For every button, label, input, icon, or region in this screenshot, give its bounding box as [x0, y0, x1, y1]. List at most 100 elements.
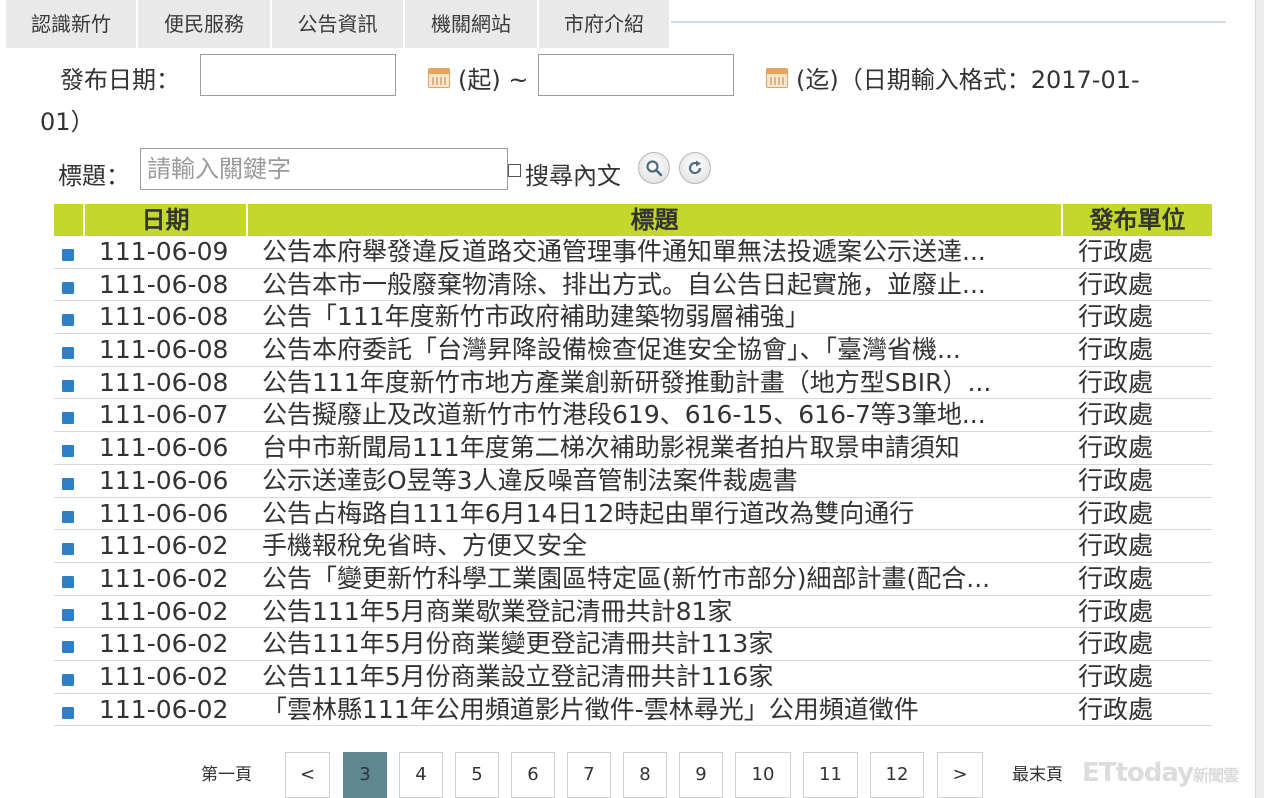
- page-button-12[interactable]: 12: [870, 752, 924, 798]
- row-bullet-icon: [62, 281, 74, 294]
- end-date-input[interactable]: [538, 54, 734, 96]
- row-bullet-icon: [62, 314, 74, 327]
- row-title-link[interactable]: 公告本府委託「台灣昇降設備檢查促進安全協會」、「臺灣省機...: [262, 335, 1052, 365]
- nav-item-agency-sites[interactable]: 機關網站: [405, 0, 539, 48]
- row-title-link[interactable]: 公告111年5月份商業變更登記清冊共計113家: [262, 629, 1052, 659]
- row-unit: 行政處: [1078, 400, 1154, 430]
- table-row[interactable]: 111-06-09 公告本府舉發違反道路交通管理事件通知單無法投遞案公示送達...…: [54, 236, 1212, 269]
- row-date: 111-06-02: [99, 531, 229, 561]
- row-title-link[interactable]: 台中市新聞局111年度第二梯次補助影視業者拍片取景申請須知: [262, 433, 1052, 463]
- start-date-input[interactable]: [200, 54, 396, 96]
- page-button-6[interactable]: 6: [511, 752, 555, 798]
- row-title-link[interactable]: 「雲林縣111年公用頻道影片徵件-雲林尋光」公用頻道徵件: [262, 695, 1052, 725]
- row-unit: 行政處: [1078, 629, 1154, 659]
- row-unit: 行政處: [1078, 433, 1154, 463]
- end-date-suffix: (迄)（日期輸入格式：2017-01-: [796, 66, 1140, 94]
- table-row[interactable]: 111-06-06 公告占梅路自111年6月14日12時起由單行道改為雙向通行 行政…: [54, 498, 1212, 531]
- announcement-list: 111-06-09 公告本府舉發違反道路交通管理事件通知單無法投遞案公示送達...…: [54, 236, 1212, 727]
- table-row[interactable]: 111-06-08 公告「111年度新竹市政府補助建築物弱層補強」 行政處: [54, 301, 1212, 335]
- table-row[interactable]: 111-06-06 公示送達彭O昱等3人違反噪音管制法案件裁處書 行政處: [54, 465, 1212, 498]
- page-button-10[interactable]: 10: [735, 752, 791, 798]
- table-row[interactable]: 111-06-02 手機報稅免省時、方便又安全 行政處: [54, 530, 1212, 563]
- prev-page-button[interactable]: <: [285, 752, 330, 798]
- row-date: 111-06-02: [99, 596, 229, 626]
- first-page-link[interactable]: 第一頁: [201, 752, 252, 798]
- keyword-input[interactable]: [140, 148, 508, 190]
- search-content-checkbox[interactable]: [508, 164, 521, 177]
- row-title-link[interactable]: 公告「變更新竹科學工業園區特定區(新竹市部分)細部計畫(配合...: [262, 564, 1052, 594]
- watermark-sub: 新聞雲: [1193, 766, 1239, 785]
- table-row[interactable]: 111-06-02 「雲林縣111年公用頻道影片徵件-雲林尋光」公用頻道徵件 行政處: [54, 694, 1212, 727]
- next-page-button[interactable]: >: [937, 752, 983, 798]
- row-date: 111-06-06: [99, 433, 229, 463]
- header-date: 日期: [85, 204, 248, 236]
- search-icon: [646, 160, 663, 177]
- row-date: 111-06-08: [99, 367, 229, 397]
- row-title-link[interactable]: 手機報稅免省時、方便又安全: [262, 531, 1052, 561]
- window-right-edge: [1255, 0, 1264, 798]
- row-date: 111-06-02: [99, 563, 229, 593]
- table-row[interactable]: 111-06-08 公告本府委託「台灣昇降設備檢查促進安全協會」、「臺灣省機...…: [54, 334, 1212, 367]
- page-button-4[interactable]: 4: [399, 752, 443, 798]
- row-bullet-icon: [62, 706, 74, 719]
- row-unit: 行政處: [1078, 661, 1154, 691]
- table-row[interactable]: 111-06-08 公告本市一般廢棄物清除、排出方式。自公告日起實施，並廢止...…: [54, 269, 1212, 302]
- search-content-label: 搜尋內文: [525, 162, 621, 190]
- row-bullet-icon: [62, 608, 74, 621]
- page-button-5[interactable]: 5: [455, 752, 499, 798]
- row-title-link[interactable]: 公告111年5月份商業設立登記清冊共計116家: [262, 662, 1052, 692]
- row-date: 111-06-09: [99, 237, 229, 266]
- nav-item-services[interactable]: 便民服務: [138, 0, 272, 48]
- publish-date-label: 發布日期：: [60, 66, 180, 94]
- row-unit: 行政處: [1078, 269, 1154, 299]
- row-bullet-icon: [62, 379, 74, 392]
- row-title-link[interactable]: 公告擬廢止及改道新竹市竹港段619、616-15、616-7等3筆地...: [262, 400, 1052, 430]
- table-row[interactable]: 111-06-02 公告111年5月商業歇業登記清冊共計81家 行政處: [54, 596, 1212, 629]
- row-unit: 行政處: [1078, 367, 1154, 397]
- row-title-link[interactable]: 公示送達彭O昱等3人違反噪音管制法案件裁處書: [262, 466, 1052, 496]
- row-date: 111-06-08: [99, 335, 229, 365]
- row-title-link[interactable]: 公告本府舉發違反道路交通管理事件通知單無法投遞案公示送達...: [262, 237, 1052, 267]
- page-button-7[interactable]: 7: [567, 752, 611, 798]
- row-unit: 行政處: [1078, 237, 1154, 266]
- header-bullet-col: [54, 204, 85, 236]
- table-row[interactable]: 111-06-02 公告111年5月份商業設立登記清冊共計116家 行政處: [54, 661, 1212, 694]
- nav-item-about-hsinchu[interactable]: 認識新竹: [6, 0, 138, 48]
- row-bullet-icon: [62, 347, 74, 360]
- row-bullet-icon: [62, 575, 74, 588]
- last-page-link[interactable]: 最末頁: [1012, 752, 1063, 798]
- search-button[interactable]: [638, 152, 670, 184]
- row-bullet-icon: [62, 445, 74, 458]
- row-bullet-icon: [62, 412, 74, 425]
- row-date: 111-06-02: [99, 694, 229, 724]
- nav-item-city-intro[interactable]: 市府介紹: [539, 0, 671, 48]
- start-date-suffix: (起) ~: [458, 66, 529, 94]
- row-title-link[interactable]: 公告本市一般廢棄物清除、排出方式。自公告日起實施，並廢止...: [262, 270, 1052, 300]
- ettoday-watermark: ETtoday新聞雲: [1082, 758, 1239, 788]
- table-row[interactable]: 111-06-07 公告擬廢止及改道新竹市竹港段619、616-15、616-7等…: [54, 399, 1212, 433]
- header-title: 標題: [248, 204, 1063, 236]
- row-title-link[interactable]: 公告「111年度新竹市政府補助建築物弱層補強」: [262, 302, 1052, 332]
- refresh-icon: [688, 160, 702, 175]
- watermark-main: ETtoday: [1082, 758, 1194, 788]
- page-button-9[interactable]: 9: [679, 752, 723, 798]
- table-row[interactable]: 111-06-02 公告111年5月份商業變更登記清冊共計113家 行政處: [54, 628, 1212, 661]
- reset-button[interactable]: [679, 152, 711, 184]
- row-bullet-icon: [62, 641, 74, 654]
- table-row[interactable]: 111-06-08 公告111年度新竹市地方產業創新研發推動計畫（地方型SBIR）…: [54, 367, 1212, 400]
- table-row[interactable]: 111-06-06 台中市新聞局111年度第二梯次補助影視業者拍片取景申請須知 行政…: [54, 432, 1212, 465]
- row-unit: 行政處: [1078, 596, 1154, 626]
- page-button-11[interactable]: 11: [803, 752, 858, 798]
- page-button-3[interactable]: 3: [343, 752, 387, 798]
- row-unit: 行政處: [1078, 563, 1154, 593]
- row-date: 111-06-02: [99, 661, 229, 691]
- row-title-link[interactable]: 公告111年度新竹市地方產業創新研發推動計畫（地方型SBIR）...: [262, 368, 1052, 398]
- row-title-link[interactable]: 公告占梅路自111年6月14日12時起由單行道改為雙向通行: [262, 499, 1052, 529]
- page-button-8[interactable]: 8: [623, 752, 667, 798]
- row-bullet-icon: [62, 673, 74, 686]
- table-row[interactable]: 111-06-02 公告「變更新竹科學工業園區特定區(新竹市部分)細部計畫(配合.…: [54, 563, 1212, 596]
- end-calendar-icon[interactable]: [766, 68, 788, 88]
- nav-item-announcements[interactable]: 公告資訊: [272, 0, 405, 48]
- start-calendar-icon[interactable]: [428, 68, 450, 88]
- row-title-link[interactable]: 公告111年5月商業歇業登記清冊共計81家: [262, 597, 1052, 627]
